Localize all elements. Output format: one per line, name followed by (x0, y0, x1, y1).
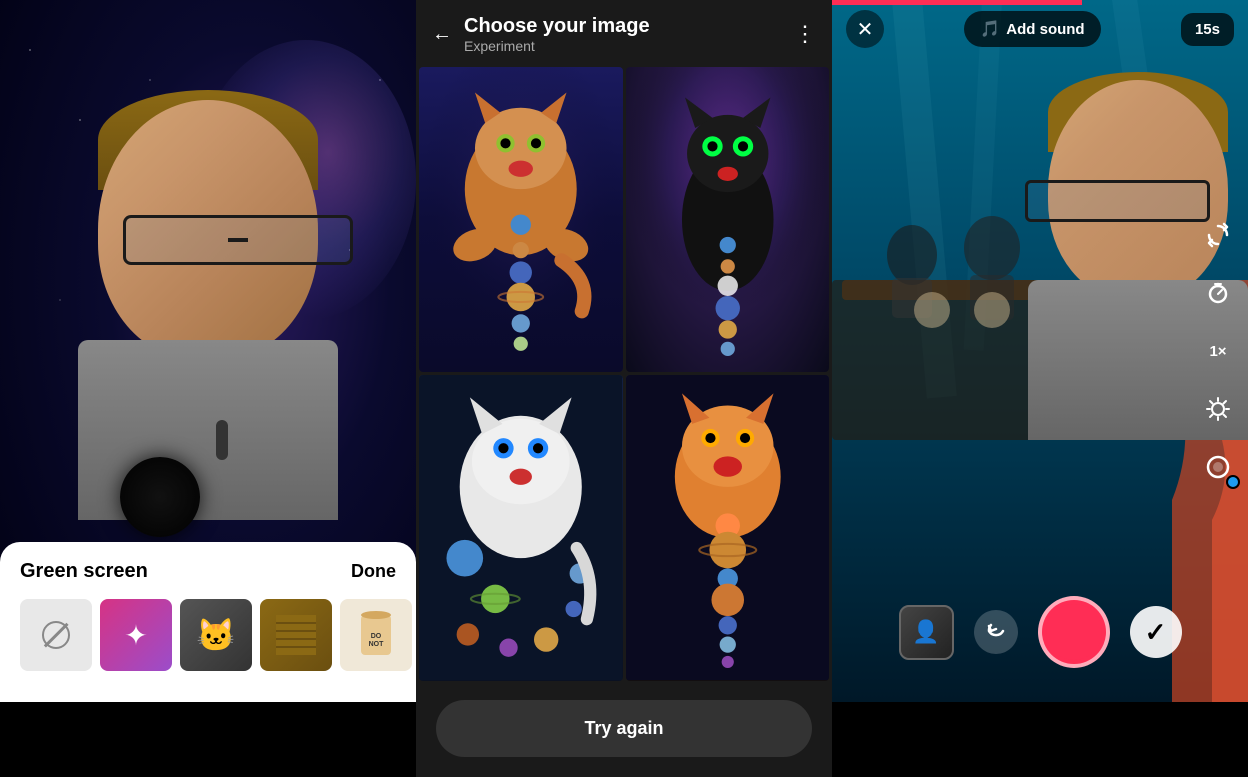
check-icon: ✓ (1145, 617, 1167, 648)
effects-icon (1205, 396, 1231, 422)
right-sidebar-icons: 1× (1198, 215, 1238, 487)
undo-icon (985, 621, 1007, 643)
middle-panel: ← Choose your image Experiment ⋮ (416, 0, 832, 702)
bottom-sheet-header: Green screen Done (20, 560, 396, 583)
face-head (98, 100, 318, 360)
music-note-icon: 🎵 (980, 19, 1000, 39)
close-button[interactable]: ✕ (846, 10, 884, 48)
middle-header: ← Choose your image Experiment ⋮ (416, 0, 832, 64)
timer-button[interactable] (1198, 273, 1238, 313)
right-header: ✕ 🎵 Add sound 15s (832, 0, 1248, 58)
flip-icon (1205, 222, 1231, 248)
speed-label: 1× (1209, 343, 1226, 360)
more-options-button[interactable]: ⋮ (794, 21, 816, 47)
back-button[interactable]: ← (432, 23, 452, 46)
try-again-button[interactable]: Try again (436, 700, 812, 757)
thumb-none[interactable] (20, 599, 92, 671)
title-block: Choose your image Experiment (464, 14, 650, 54)
thumb-can-photo[interactable]: DO NOT (340, 599, 412, 671)
confirm-button[interactable]: ✓ (1130, 606, 1182, 658)
add-sound-label: Add sound (1006, 21, 1084, 38)
svg-text:DO: DO (371, 633, 382, 640)
cat-image-3[interactable] (419, 375, 623, 680)
user-face (0, 0, 416, 540)
glasses-frame (123, 215, 353, 265)
thumb-ai[interactable]: ✦ (100, 599, 172, 671)
choose-image-title: Choose your image (464, 14, 650, 38)
cat-image-4[interactable] (626, 375, 830, 680)
cat3-svg (419, 375, 623, 680)
blue-dot-badge (1226, 475, 1240, 489)
cat-image-2[interactable] (626, 67, 830, 372)
cat-image-1[interactable] (419, 67, 623, 372)
right-panel: ✕ 🎵 Add sound 15s 1× (832, 0, 1248, 702)
right-glasses (1025, 180, 1210, 222)
add-sound-button[interactable]: 🎵 Add sound (964, 11, 1100, 47)
record-inner (1046, 604, 1102, 660)
recent-clip-thumbnail[interactable]: 👤 (899, 605, 954, 660)
thumbnails-row: ✦ 🐱 DO NOT (20, 599, 396, 671)
cat-icon: 🐱 (196, 616, 236, 654)
face-body (78, 340, 338, 520)
right-bottom-controls: 👤 ✓ (832, 582, 1248, 702)
green-screen-title: Green screen (20, 560, 148, 583)
wood-icon (276, 615, 316, 655)
done-button[interactable]: Done (351, 561, 396, 582)
thumb-cat-photo[interactable]: 🐱 (180, 599, 252, 671)
face-silhouette (68, 100, 348, 480)
undo-button[interactable] (974, 610, 1018, 654)
timer-icon (1206, 281, 1230, 305)
cat4-svg (626, 375, 830, 680)
thumbnail-preview: 👤 (912, 619, 939, 645)
cat1-svg (419, 67, 623, 372)
earpiece (216, 420, 228, 460)
experiment-subtitle: Experiment (464, 38, 650, 54)
ai-star-icon: ✦ (124, 619, 147, 652)
thumb-wood-photo[interactable] (260, 599, 332, 671)
beauty-button[interactable] (1198, 447, 1238, 487)
middle-bottom: Try again (416, 684, 832, 777)
left-panel: Green screen Done ✦ 🐱 (0, 0, 416, 702)
flip-camera-button[interactable] (1198, 215, 1238, 255)
black-circle (120, 457, 200, 537)
speed-button[interactable]: 1× (1198, 331, 1238, 371)
image-grid (416, 64, 832, 684)
can-icon: DO NOT (356, 610, 396, 660)
header-left: ← Choose your image Experiment (432, 14, 650, 54)
record-button[interactable] (1038, 596, 1110, 668)
close-icon: ✕ (857, 17, 874, 42)
timer-badge: 15s (1181, 13, 1234, 46)
glasses (123, 215, 353, 265)
cat2-svg (626, 67, 830, 372)
effects-button[interactable] (1198, 389, 1238, 429)
bottom-sheet: Green screen Done ✦ 🐱 (0, 542, 416, 702)
no-image-icon (42, 621, 70, 649)
svg-text:NOT: NOT (369, 641, 385, 648)
glasses-bridge (228, 238, 248, 242)
